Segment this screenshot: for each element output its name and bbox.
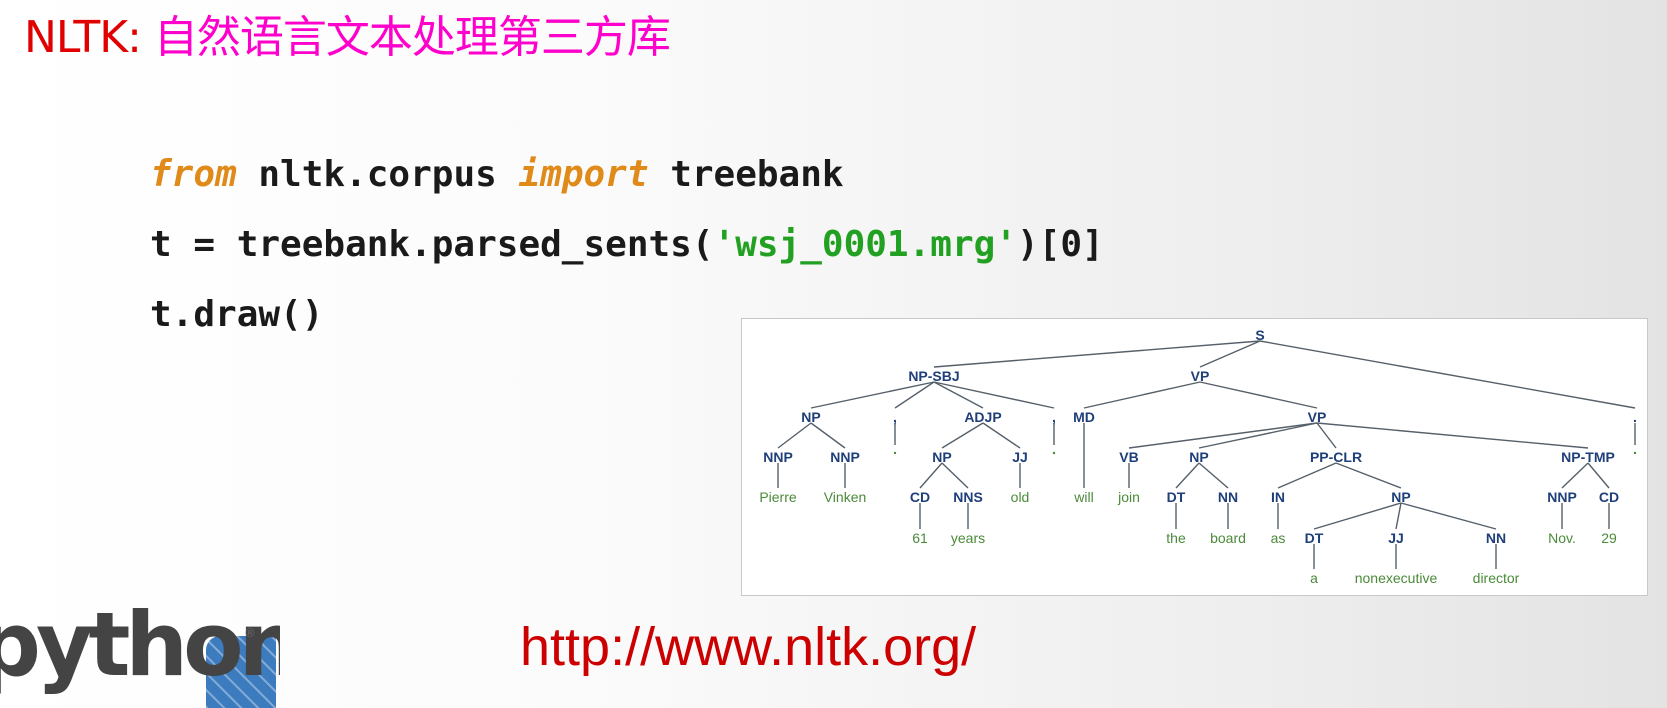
code-line-parse: t = treebank.parsed_sents('wsj_0001.mrg'… [150, 210, 1104, 280]
tree-leaf-word: years [951, 530, 985, 546]
tree-edge [1083, 381, 1201, 409]
tree-leaf-word: director [1473, 570, 1520, 586]
tree-leaf-word: as [1271, 530, 1286, 546]
tree-edge [982, 422, 1021, 449]
tree-node-label: CD [910, 489, 930, 505]
keyword-from: from [150, 154, 237, 195]
file-string: 'wsj_0001.mrg' [713, 224, 1017, 265]
tree-node-label: , [893, 409, 897, 425]
tree-leaf-word: join [1117, 489, 1140, 505]
tree-leaf-word: Vinken [824, 489, 867, 505]
tree-leaf-word: the [1166, 530, 1186, 546]
parse-call: t = treebank.parsed_sents( [150, 224, 714, 265]
slide-title: NLTK: 自然语言文本处理第三方库 [24, 6, 671, 70]
tree-edge [1277, 462, 1337, 489]
tree-edge [1313, 502, 1402, 530]
tree-node-label: DT [1167, 489, 1186, 505]
tree-node-label: NP [1189, 449, 1208, 465]
tree-edge [933, 381, 1055, 409]
tree-node-label: NN [1486, 530, 1506, 546]
tree-node-label: JJ [1012, 449, 1028, 465]
tree-node-label: NP [801, 409, 820, 425]
tree-node-label: MD [1073, 409, 1095, 425]
punct-token [1052, 451, 1056, 455]
tree-edge [1175, 462, 1200, 489]
parse-index: )[0] [1016, 224, 1104, 265]
tree-edge [941, 462, 969, 489]
tree-node-label: NNP [830, 449, 860, 465]
tree-node-label: , [1052, 409, 1056, 425]
tree-edge [919, 462, 943, 489]
tree-edge [777, 422, 812, 449]
tree-node-label: CD [1599, 489, 1619, 505]
parse-tree-panel: S NP-SBJ VP NP, ADJP, MD VP NNP NNP NP JJ VB NP PP-CL… [741, 318, 1648, 596]
tree-leaf-word: 61 [912, 530, 928, 546]
tree-edge [1587, 462, 1610, 489]
tree-edge [1335, 462, 1402, 489]
tree-edge [1395, 502, 1402, 530]
tree-edge [1198, 462, 1229, 489]
tree-leaf-word: 29 [1601, 530, 1617, 546]
tree-edge [810, 422, 846, 449]
tree-edge [1400, 502, 1497, 530]
tree-node-label: VP [1191, 368, 1210, 384]
code-line-import: from nltk.corpus import treebank [150, 140, 1104, 210]
tree-node-label: NN [1218, 489, 1238, 505]
tree-node-label: NNS [953, 489, 983, 505]
tree-node-label: S [1255, 327, 1264, 343]
tree-node-label: JJ [1388, 530, 1404, 546]
tree-edge [941, 422, 984, 449]
tree-node-label: NP-SBJ [908, 368, 959, 384]
tree-leaf-word: board [1210, 530, 1246, 546]
tree-edge [1561, 462, 1589, 489]
nltk-url: http://www.nltk.org/ [520, 617, 977, 677]
punct-token [893, 451, 897, 455]
tree-edge [933, 340, 1261, 368]
tree-node-label: NNP [763, 449, 793, 465]
tree-node-label: VB [1119, 449, 1138, 465]
tree-edge [933, 381, 984, 409]
title-prefix: NLTK: [24, 12, 154, 63]
tree-edge [1316, 422, 1589, 449]
tree-edge [1128, 422, 1318, 449]
python-logo: python [0, 600, 280, 708]
module-name: nltk.corpus [236, 154, 519, 195]
tree-leaf-word: Nov. [1548, 530, 1576, 546]
tree-leaf-word: Pierre [759, 489, 797, 505]
tree-node-label: PP-CLR [1310, 449, 1362, 465]
tree-node-label: NP-TMP [1561, 449, 1615, 465]
tree-edge [1316, 422, 1337, 449]
tree-edge [1259, 340, 1636, 409]
python-logo-text: python [0, 600, 280, 696]
tree-leaf-word: a [1310, 570, 1318, 586]
registered-mark: ® [244, 626, 256, 640]
punct-token [1633, 451, 1637, 455]
tree-node-label: IN [1271, 489, 1285, 505]
tree-leaf-word: nonexecutive [1355, 570, 1438, 586]
tree-leaf-word: will [1073, 489, 1093, 505]
parse-tree-diagram: S NP-SBJ VP NP, ADJP, MD VP NNP NNP NP JJ VB NP PP-CL… [759, 327, 1637, 586]
tree-node-label: NP [932, 449, 951, 465]
tree-node-label: VP [1308, 409, 1327, 425]
tree-node-label: DT [1305, 530, 1324, 546]
tree-node-label: . [1633, 409, 1637, 425]
keyword-import: import [518, 154, 649, 195]
import-name: treebank [648, 154, 844, 195]
tree-node-label: NP [1391, 489, 1410, 505]
tree-node-label: NNP [1547, 489, 1577, 505]
tree-leaf-word: old [1011, 489, 1030, 505]
tree-edge [1198, 422, 1318, 449]
title-main: 自然语言文本处理第三方库 [153, 12, 671, 63]
tree-edge [1199, 381, 1318, 409]
tree-node-label: ADJP [964, 409, 1001, 425]
